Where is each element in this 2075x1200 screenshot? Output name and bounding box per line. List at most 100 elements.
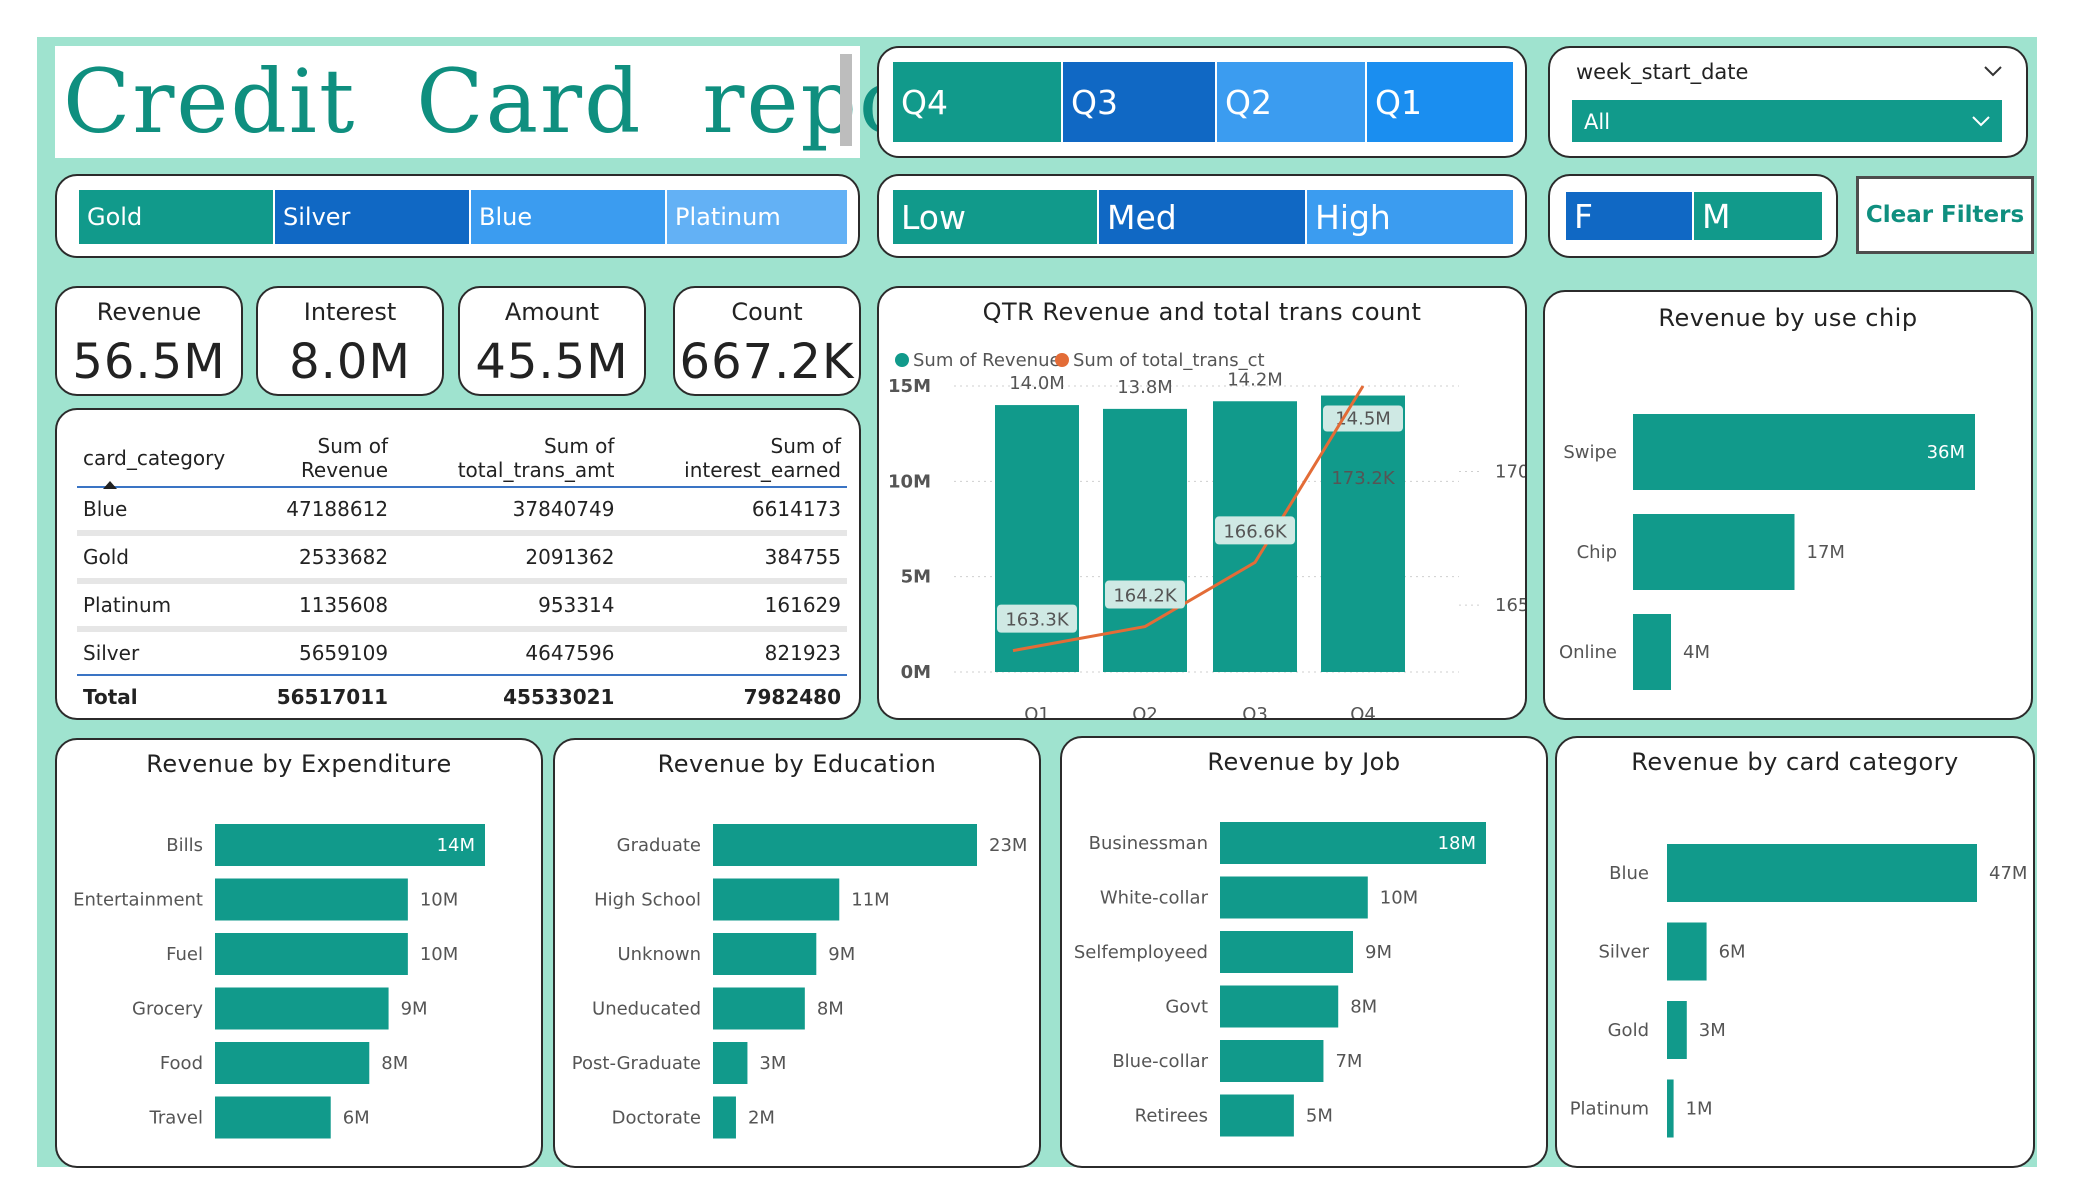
data-label: 23M <box>989 835 1027 856</box>
table-row[interactable]: Platinum 1135608 953314 161629 <box>77 578 847 629</box>
slicer-high[interactable]: High <box>1307 190 1513 244</box>
use-chip-chart: Swipe 36M Chip 17M Online 4M <box>1559 414 1975 690</box>
x-tick: Q1 <box>1024 704 1050 718</box>
clear-filters-button[interactable]: Clear Filters <box>1856 176 2034 254</box>
category-label: Doctorate <box>612 1108 701 1129</box>
table-cell: 161629 <box>620 578 847 629</box>
legend-revenue-label: Sum of Revenue <box>913 350 1061 371</box>
table-cell: 4647596 <box>394 626 621 675</box>
slicer-med[interactable]: Med <box>1099 190 1307 244</box>
legend-revenue-marker <box>895 353 909 367</box>
chevron-down-icon <box>1972 116 1990 127</box>
bar <box>713 1096 736 1139</box>
column-header-interest[interactable]: Sum of interest_earned <box>620 430 847 488</box>
week-filter-panel: week_start_date All <box>1548 46 2028 158</box>
table-cell: 45533021 <box>394 674 621 718</box>
slicer-platinum[interactable]: Platinum <box>667 190 847 244</box>
category-label: Uneducated <box>592 999 701 1020</box>
slicer-silver[interactable]: Silver <box>275 190 471 244</box>
data-label: 3M <box>759 1053 786 1074</box>
bar-label: 14.0M <box>1009 373 1065 394</box>
table-row[interactable]: Gold 2533682 2091362 384755 <box>77 530 847 581</box>
data-label: 36M <box>1927 442 1965 463</box>
education-chart-panel: Revenue by Education Graduate 23M High Sch… <box>553 738 1041 1168</box>
slicer-q1[interactable]: Q1 <box>1367 62 1513 142</box>
chevron-down-icon[interactable] <box>1982 60 2004 82</box>
bar <box>1633 414 1975 490</box>
data-label: 7M <box>1335 1051 1362 1072</box>
bar-label: 13.8M <box>1117 377 1173 398</box>
slicer-m[interactable]: M <box>1694 192 1822 240</box>
data-label: 9M <box>401 999 428 1020</box>
column-header-card-category[interactable]: card_category <box>77 430 232 489</box>
column-header-trans-amt[interactable]: Sum of total_trans_amt <box>394 430 621 488</box>
week-filter-select[interactable]: All <box>1572 100 2002 142</box>
category-label: Entertainment <box>73 890 203 911</box>
category-label: Selfemployeed <box>1074 942 1208 963</box>
data-label: 2M <box>748 1108 775 1129</box>
education-chart: Graduate 23M High School 11M Unknown 9M Uneduc… <box>572 824 1027 1139</box>
slicer-gold[interactable]: Gold <box>79 190 275 244</box>
slicer-low[interactable]: Low <box>893 190 1099 244</box>
title-scrollbar[interactable] <box>840 54 852 146</box>
data-label: 10M <box>420 944 458 965</box>
slicer-f[interactable]: F <box>1566 192 1694 240</box>
kpi-count-card: Count 667.2K <box>673 286 861 396</box>
bar-label: 14.2M <box>1227 369 1283 390</box>
line-label: 166.6K <box>1223 521 1288 542</box>
data-label: 8M <box>817 999 844 1020</box>
data-label: 3M <box>1699 1020 1726 1041</box>
table-cell: 953314 <box>394 578 621 629</box>
expenditure-chart-panel: Revenue by Expenditure Bills 14M Entertain… <box>55 738 543 1168</box>
card-category-table: card_category Sum of Revenue Sum of tota… <box>77 430 847 718</box>
bar <box>713 987 805 1030</box>
table-row[interactable]: Blue 47188612 37840749 6614173 <box>77 487 847 533</box>
line-label: 173.2K <box>1331 468 1396 489</box>
sort-ascending-icon <box>103 481 117 489</box>
column-header-revenue[interactable]: Sum of Revenue <box>231 430 395 488</box>
report-title: Credit Card report <box>63 50 996 153</box>
table-cell: 821923 <box>620 626 847 675</box>
table-cell: 6614173 <box>751 497 841 521</box>
y-right-tick: 165K <box>1495 595 1525 616</box>
y-left-tick: 0M <box>901 662 931 683</box>
bar <box>215 987 389 1030</box>
use-chip-chart-panel: Revenue by use chip Swipe 36M Chip 17M Onlin… <box>1543 290 2033 720</box>
category-label: High School <box>594 890 701 911</box>
line-label: 163.3K <box>1005 610 1070 631</box>
bar <box>1633 614 1671 690</box>
data-label: 9M <box>1365 942 1392 963</box>
table-cell: Blue <box>83 497 128 521</box>
slicer-q4[interactable]: Q4 <box>893 62 1063 142</box>
data-label: 17M <box>1807 542 1845 563</box>
table-cell: 37840749 <box>512 497 615 521</box>
data-label: 5M <box>1306 1106 1333 1127</box>
category-label: Online <box>1559 642 1617 663</box>
slicer-blue[interactable]: Blue <box>471 190 667 244</box>
quarter-slicer-panel: Q4 Q3 Q2 Q1 <box>877 46 1527 158</box>
data-label: 6M <box>343 1108 370 1129</box>
category-label: Businessman <box>1089 833 1208 854</box>
card-slicer: Gold Silver Blue Platinum <box>79 190 847 244</box>
table-cell: 47188612 <box>286 497 389 521</box>
slicer-q2[interactable]: Q2 <box>1217 62 1367 142</box>
chart-title: Revenue by use chip <box>1658 304 1918 332</box>
category-label: Silver <box>1598 942 1649 963</box>
kpi-label: Count <box>731 298 803 326</box>
legend-transct-marker <box>1055 353 1069 367</box>
table-cell: 1135608 <box>231 578 395 629</box>
level-slicer-panel: Low Med High <box>877 174 1527 258</box>
data-label: 4M <box>1683 642 1710 663</box>
category-label: White-collar <box>1100 888 1209 909</box>
bar <box>215 933 408 975</box>
slicer-q3[interactable]: Q3 <box>1063 62 1217 142</box>
category-label: Unknown <box>617 944 701 965</box>
data-label: 10M <box>420 890 458 911</box>
bar <box>1321 395 1405 672</box>
category-label: Govt <box>1165 997 1208 1018</box>
level-slicer: Low Med High <box>893 190 1513 244</box>
table-row[interactable]: Silver 5659109 4647596 821923 <box>77 626 847 675</box>
kpi-value: 45.5M <box>475 334 629 390</box>
table-cell: Platinum <box>77 578 232 629</box>
gender-slicer-panel: F M <box>1548 174 1838 258</box>
